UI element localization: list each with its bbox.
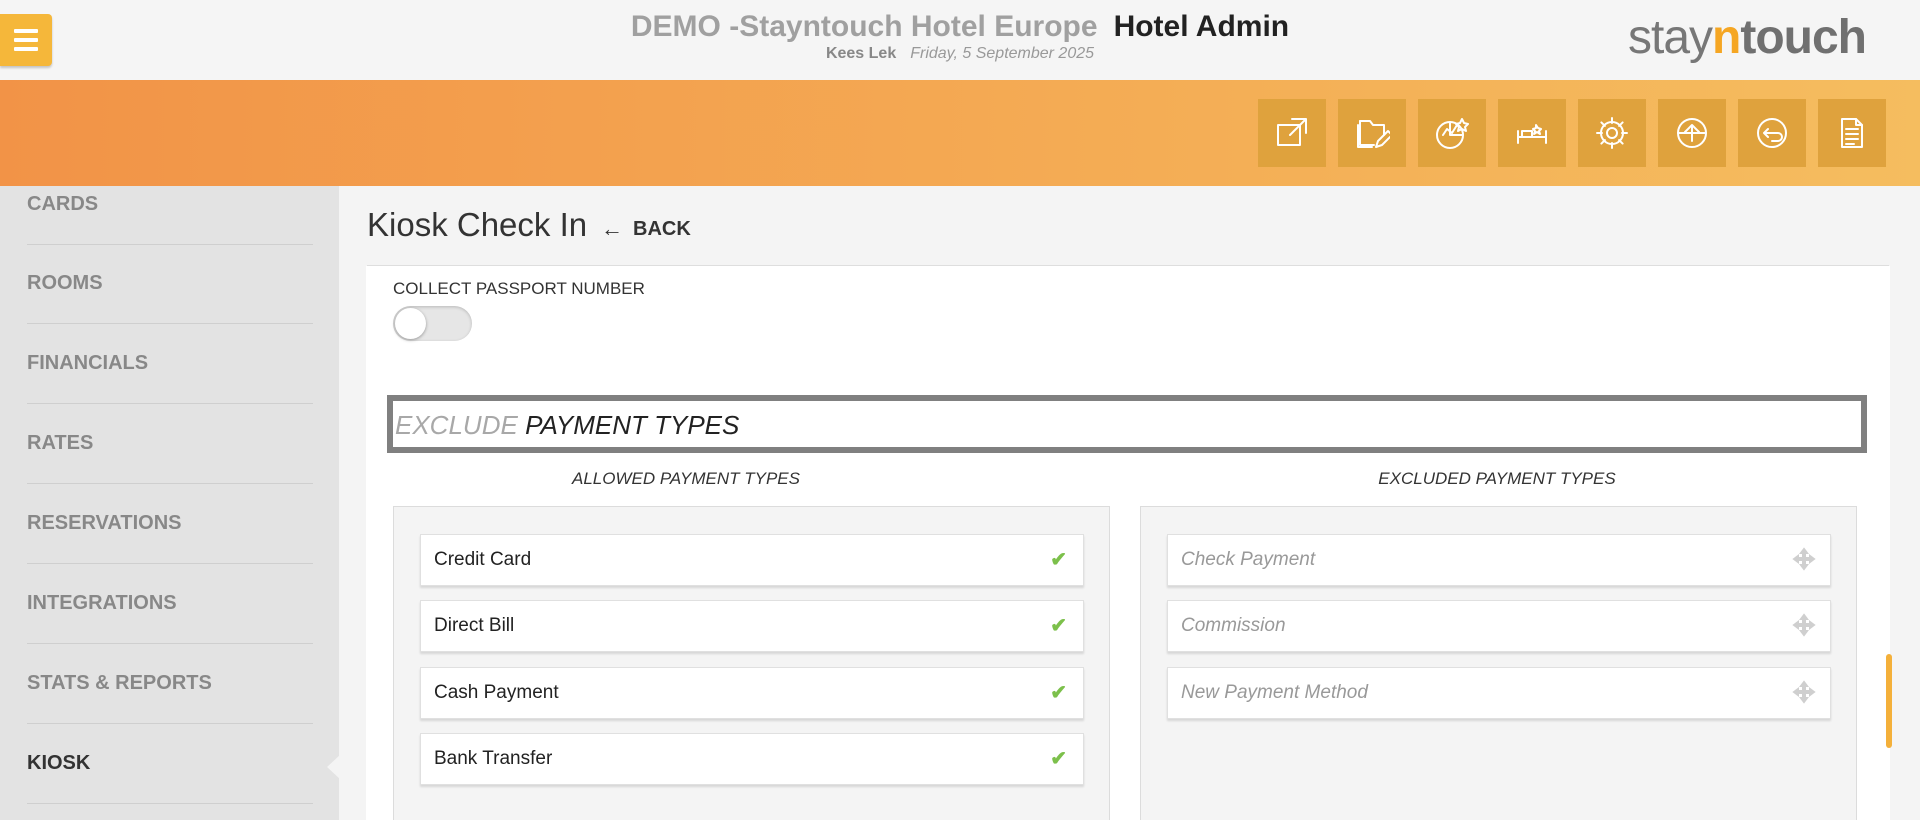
excluded-item-new-payment-method[interactable]: New Payment Method	[1167, 667, 1831, 719]
document-icon	[1841, 118, 1863, 148]
settings-card: COLLECT PASSPORT NUMBER EXCLUDE PAYMENT …	[366, 266, 1890, 820]
stayntouch-logo: stayntouch	[1628, 11, 1867, 64]
check-icon: ✔	[1050, 748, 1067, 770]
drag-move-icon[interactable]	[1792, 547, 1816, 571]
room-service-button[interactable]	[1498, 99, 1566, 167]
collect-passport-toggle[interactable]	[393, 306, 472, 341]
drag-move-icon[interactable]	[1792, 613, 1816, 637]
collect-passport-label: COLLECT PASSPORT NUMBER	[393, 279, 645, 298]
sidebar-item-cards[interactable]: CARDS	[27, 166, 313, 245]
excluded-payment-list: Check Payment Commission New Payment Met…	[1140, 506, 1857, 820]
upload-icon	[1677, 118, 1707, 148]
settings-button[interactable]	[1578, 99, 1646, 167]
history-back-icon	[1757, 118, 1787, 148]
exclude-word: EXCLUDE	[395, 410, 518, 440]
sidebar: CARDS ROOMS FINANCIALS RATES RESERVATION…	[0, 186, 339, 820]
allowed-header: ALLOWED PAYMENT TYPES	[572, 469, 800, 488]
excluded-item-commission[interactable]: Commission	[1167, 600, 1831, 652]
page-title: Kiosk Check In	[367, 206, 588, 243]
hotel-name: DEMO -Stayntouch Hotel Europe	[630, 10, 1098, 43]
current-date: Friday, 5 September 2025	[910, 45, 1095, 62]
allowed-item-direct-bill[interactable]: Direct Bill ✔	[420, 600, 1084, 652]
arrow-left-icon: ←	[601, 216, 623, 241]
excluded-item-check-payment[interactable]: Check Payment	[1167, 534, 1831, 586]
user-name: Kees Lek	[825, 45, 897, 62]
excluded-header: EXCLUDED PAYMENT TYPES	[1378, 469, 1616, 488]
payment-types-word: PAYMENT TYPES	[525, 410, 740, 440]
check-icon: ✔	[1050, 682, 1067, 704]
history-button[interactable]	[1738, 99, 1806, 167]
open-external-icon	[1277, 118, 1307, 146]
document-button[interactable]	[1818, 99, 1886, 167]
exclude-payment-types-heading: EXCLUDE PAYMENT TYPES	[387, 395, 1867, 453]
settings-gear-icon	[1596, 117, 1628, 149]
sidebar-item-rates[interactable]: RATES	[27, 405, 313, 484]
check-icon: ✔	[1050, 549, 1067, 571]
top-header: DEMO -Stayntouch Hotel Europe Hotel Admin…	[0, 0, 1920, 80]
edit-folder-icon	[1357, 120, 1390, 148]
reports-chart-icon	[1436, 118, 1469, 149]
allowed-item-bank-transfer[interactable]: Bank Transfer ✔	[420, 733, 1084, 785]
back-label: BACK	[633, 217, 691, 240]
main-content: Kiosk Check In ← BACK COLLECT PASSPORT N…	[339, 186, 1920, 820]
app-name: Hotel Admin	[1113, 10, 1290, 43]
reports-button[interactable]	[1418, 99, 1486, 167]
sidebar-item-integrations[interactable]: INTEGRATIONS	[27, 565, 313, 644]
sidebar-item-financials[interactable]: FINANCIALS	[27, 325, 313, 404]
toggle-knob	[395, 308, 426, 339]
sidebar-item-reservations[interactable]: RESERVATIONS	[27, 485, 313, 564]
edit-folder-button[interactable]	[1338, 99, 1406, 167]
toolbar	[1258, 99, 1886, 167]
back-button[interactable]: ← BACK	[601, 216, 691, 242]
allowed-payment-list: Credit Card ✔ Direct Bill ✔ Cash Payment…	[393, 506, 1110, 820]
check-icon: ✔	[1050, 615, 1067, 637]
scrollbar-thumb[interactable]	[1886, 654, 1892, 748]
open-external-button[interactable]	[1258, 99, 1326, 167]
upload-button[interactable]	[1658, 99, 1726, 167]
sidebar-item-stats-reports[interactable]: STATS & REPORTS	[27, 645, 313, 724]
room-service-icon	[1517, 124, 1547, 144]
allowed-item-credit-card[interactable]: Credit Card ✔	[420, 534, 1084, 586]
sidebar-item-rooms[interactable]: ROOMS	[27, 245, 313, 324]
sidebar-item-kiosk[interactable]: KIOSK	[27, 725, 313, 804]
drag-move-icon[interactable]	[1792, 680, 1816, 704]
allowed-item-cash-payment[interactable]: Cash Payment ✔	[420, 667, 1084, 719]
